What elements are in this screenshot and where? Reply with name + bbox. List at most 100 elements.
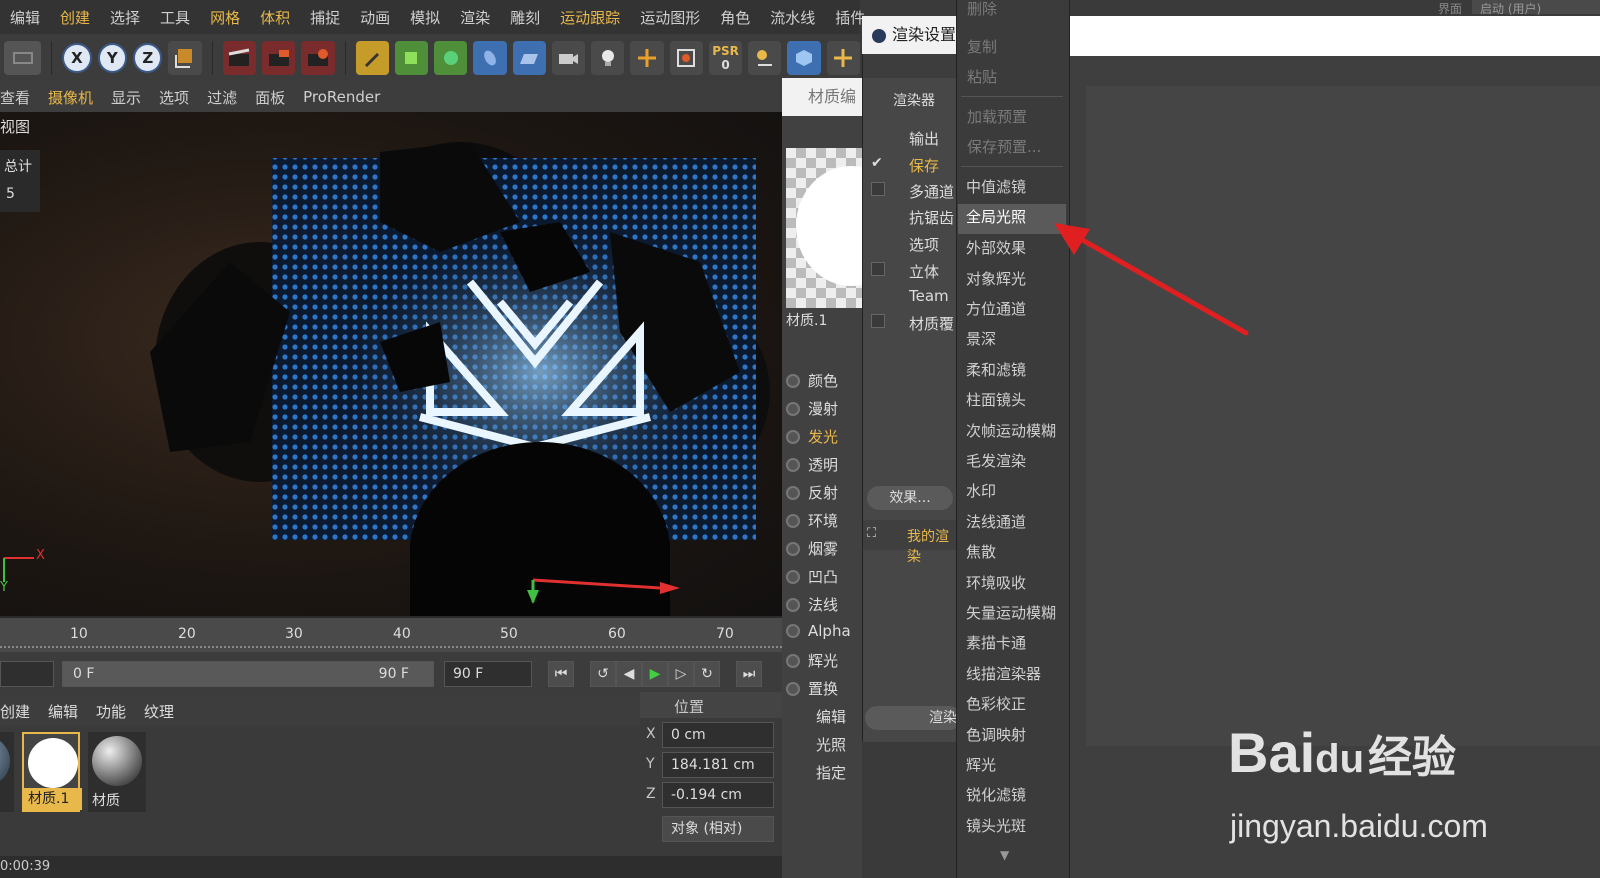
coord-mode-dropdown[interactable]: 对象 (相对) [662, 816, 774, 842]
channel-alpha[interactable]: Alpha [786, 622, 851, 640]
tab-editor[interactable]: 编辑 [816, 706, 846, 727]
viewport-menu-cameras[interactable]: 摄像机 [39, 87, 102, 108]
subdivision-icon[interactable] [434, 41, 468, 75]
undo-icon[interactable] [4, 41, 42, 75]
next-key-button[interactable]: ↻ [694, 661, 720, 687]
tree-team-render[interactable]: Team [909, 287, 949, 305]
channel-bump[interactable]: 凹凸 [786, 566, 838, 587]
stereo-checkbox[interactable] [871, 262, 885, 276]
channel-environment[interactable]: 环境 [786, 510, 838, 531]
menu-snap[interactable]: 捕捉 [300, 7, 350, 28]
menu-item-normal-pass[interactable]: 法线通道 [966, 511, 1026, 532]
menu-item-watermark[interactable]: 水印 [966, 480, 996, 501]
viewport-menu-filter[interactable]: 过滤 [198, 87, 246, 108]
next-frame-button[interactable]: ▷ [668, 661, 694, 687]
menu-item-external-effects[interactable]: 外部效果 [966, 237, 1026, 258]
menu-sculpt[interactable]: 雕刻 [500, 7, 550, 28]
play-button[interactable]: ▶ [642, 661, 668, 687]
tab-illumination[interactable]: 光照 [816, 734, 846, 755]
effects-button[interactable]: 效果... [867, 486, 953, 510]
go-to-start-button[interactable]: ⏮ [548, 661, 574, 687]
menu-select[interactable]: 选择 [100, 7, 150, 28]
menu-item-lens-flare[interactable]: 镜头光斑 [966, 815, 1026, 836]
menu-mesh[interactable]: 网格 [200, 7, 250, 28]
previous-key-button[interactable]: ↺ [590, 661, 616, 687]
light-icon[interactable] [591, 41, 625, 75]
menu-scroll-down-icon[interactable]: ▼ [1000, 848, 1009, 862]
channel-transparency[interactable]: 透明 [786, 454, 838, 475]
render-settings-button[interactable]: 渲染 [865, 706, 961, 730]
coord-x-field[interactable]: 0 cm [662, 722, 774, 748]
render-picture-viewer-icon[interactable] [262, 41, 296, 75]
channel-glow[interactable]: 辉光 [786, 650, 838, 671]
frame-range-slider[interactable]: 0 F 90 F [62, 661, 434, 687]
viewport-menu-panel[interactable]: 面板 [246, 87, 294, 108]
menu-tools[interactable]: 工具 [150, 7, 200, 28]
material-override-checkbox[interactable] [871, 314, 885, 328]
axis-y-button[interactable]: Y [97, 43, 128, 73]
tree-antialiasing[interactable]: 抗锯齿 [909, 207, 954, 228]
menu-animate[interactable]: 动画 [350, 7, 400, 28]
menu-character[interactable]: 角色 [710, 7, 760, 28]
material-menu-function[interactable]: 功能 [87, 701, 135, 722]
menu-item-cylindrical-lens[interactable]: 柱面镜头 [966, 389, 1026, 410]
tree-multipass[interactable]: 多通道 [909, 181, 954, 202]
material-menu-edit[interactable]: 编辑 [39, 701, 87, 722]
channel-fog[interactable]: 烟雾 [786, 538, 838, 559]
render-view-icon[interactable] [222, 41, 256, 75]
menu-item-glow[interactable]: 辉光 [966, 754, 996, 775]
previous-frame-button[interactable]: ◀ [616, 661, 642, 687]
render-region-icon[interactable] [669, 41, 703, 75]
deformer-icon[interactable] [473, 41, 507, 75]
material-preview-large[interactable] [786, 148, 906, 308]
tab-assignment[interactable]: 指定 [816, 762, 846, 783]
channel-diffusion[interactable]: 漫射 [786, 398, 838, 419]
multipass-checkbox[interactable] [871, 182, 885, 196]
menu-item-color-correction[interactable]: 色彩校正 [966, 693, 1026, 714]
snap-icon[interactable] [630, 41, 664, 75]
save-checkmark-icon[interactable]: ✔ [871, 156, 885, 170]
channel-luminance[interactable]: 发光 [786, 426, 838, 447]
menu-item-object-glow[interactable]: 对象辉光 [966, 268, 1026, 289]
current-frame-field[interactable] [0, 661, 54, 687]
timeline-ruler[interactable]: 10 20 30 40 50 60 70 [0, 616, 782, 654]
menu-simulate[interactable]: 模拟 [400, 7, 450, 28]
tree-output[interactable]: 输出 [909, 128, 939, 149]
menu-item-vector-motion-blur[interactable]: 矢量运动模糊 [966, 602, 1056, 623]
null-object-icon[interactable] [748, 41, 782, 75]
menu-item-global-illumination[interactable]: 全局光照 [966, 206, 1026, 227]
material-menu-texture[interactable]: 纹理 [135, 701, 183, 722]
viewport-menu-prorender[interactable]: ProRender [294, 88, 389, 106]
camera-icon[interactable] [551, 41, 586, 75]
go-to-end-button[interactable]: ⏭ [736, 661, 762, 687]
pen-icon[interactable] [355, 41, 389, 75]
menu-item-color-mapping[interactable]: 色调映射 [966, 724, 1026, 745]
menu-item-soften-filter[interactable]: 柔和滤镜 [966, 359, 1026, 380]
menu-pipeline[interactable]: 流水线 [760, 7, 825, 28]
3d-viewport[interactable] [0, 112, 782, 616]
channel-displacement[interactable]: 置换 [786, 678, 838, 699]
menu-item-line-renderer[interactable]: 线描渲染器 [966, 663, 1041, 684]
axis-x-button[interactable]: X [62, 43, 92, 73]
menu-motion-tracking[interactable]: 运动跟踪 [550, 7, 630, 28]
tree-stereo[interactable]: 立体 [909, 261, 939, 282]
channel-reflectance[interactable]: 反射 [786, 482, 838, 503]
layout-dropdown[interactable]: 启动 (用户) [1472, 0, 1600, 16]
material-swatch-selected[interactable]: 材质.1 [22, 732, 82, 812]
psr-button[interactable]: PSR 0 [708, 41, 743, 75]
material-swatch[interactable] [0, 732, 14, 812]
move-icon[interactable] [826, 41, 860, 75]
render-preset-row[interactable]: ⛶ 我的渲染 [863, 520, 961, 565]
coord-z-field[interactable]: -0.194 cm [662, 782, 774, 808]
menu-render[interactable]: 渲染 [450, 7, 500, 28]
menu-item-median-filter[interactable]: 中值滤镜 [966, 176, 1026, 197]
menu-item-depth-of-field[interactable]: 景深 [966, 328, 996, 349]
tree-save[interactable]: 保存 [909, 155, 939, 176]
material-menu-create[interactable]: 创建 [0, 701, 39, 722]
tree-material-override[interactable]: 材质覆 [909, 313, 954, 334]
coord-y-field[interactable]: 184.181 cm [662, 752, 774, 778]
axis-z-button[interactable]: Z [133, 43, 163, 73]
menu-item-caustics[interactable]: 焦散 [966, 541, 996, 562]
menu-item-sketch-toon[interactable]: 素描卡通 [966, 632, 1026, 653]
material-swatch[interactable]: 材质 [88, 732, 146, 812]
